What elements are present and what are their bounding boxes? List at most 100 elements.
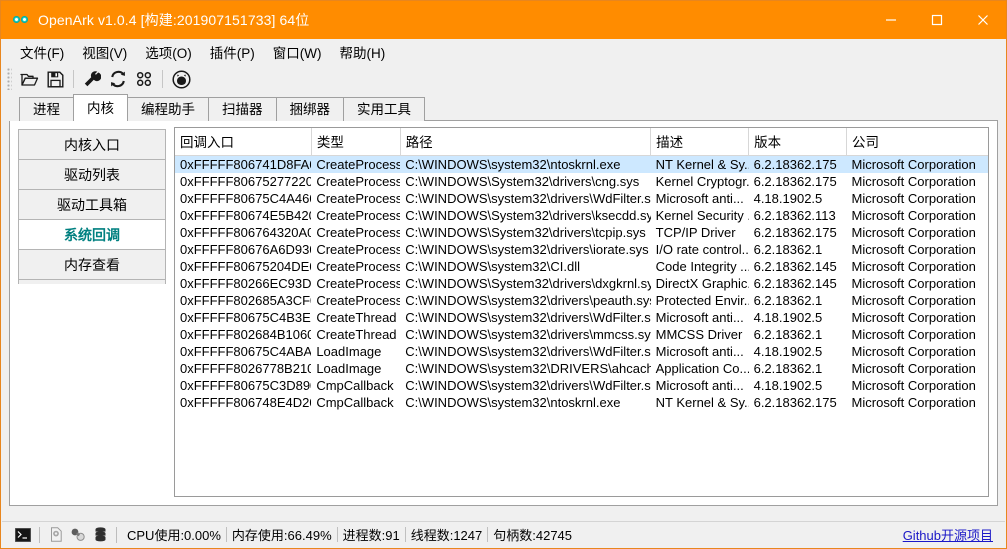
menu-item-help[interactable]: 帮助(H)	[330, 39, 394, 65]
table-row[interactable]: 0xFFFFF80675277220CreateProcessC:\WINDOW…	[175, 173, 988, 190]
cell-address: 0xFFFFF80675C4B3E0	[175, 309, 311, 326]
cell-path: C:\WINDOWS\System32\drivers\cng.sys	[400, 173, 650, 190]
cell-address: 0xFFFFF80676A6D930	[175, 241, 311, 258]
cell-path: C:\WINDOWS\System32\drivers\tcpip.sys	[400, 224, 650, 241]
cell-description: TCP/IP Driver	[651, 224, 749, 241]
cell-company: Microsoft Corporation	[847, 173, 988, 190]
menu-item-view[interactable]: 视图(V)	[73, 39, 136, 65]
cell-version: 6.2.18362.175	[749, 394, 847, 411]
database-stack-icon[interactable]	[89, 525, 111, 545]
gear-document-icon[interactable]	[45, 525, 67, 545]
column-header-company[interactable]: 公司	[847, 128, 988, 156]
minimize-button[interactable]	[868, 1, 914, 39]
toolbar-grip[interactable]	[7, 68, 12, 90]
tab-bundler[interactable]: 捆绑器	[276, 97, 345, 121]
column-header-description[interactable]: 描述	[651, 128, 749, 156]
openark-window: OpenArk v1.0.4 [构建:201907151733] 64位 文件(…	[0, 0, 1007, 549]
cell-description: Microsoft anti...	[651, 343, 749, 360]
tab-utilities[interactable]: 实用工具	[343, 97, 425, 121]
github-project-link[interactable]: Github开源项目	[903, 525, 993, 544]
cell-type: CreateProcess	[311, 292, 400, 309]
table-row[interactable]: 0xFFFFF80676A6D930CreateProcessC:\WINDOW…	[175, 241, 988, 258]
statusbar-separator-1	[39, 527, 40, 543]
cell-version: 6.2.18362.175	[749, 173, 847, 190]
cell-description: Microsoft anti...	[651, 190, 749, 207]
cell-description: NT Kernel & Sy...	[651, 394, 749, 411]
table-row[interactable]: 0xFFFFF806748E4D20CmpCallbackC:\WINDOWS\…	[175, 394, 988, 411]
table-row[interactable]: 0xFFFFF80674E5B420CreateProcessC:\WINDOW…	[175, 207, 988, 224]
menu-item-file[interactable]: 文件(F)	[11, 39, 73, 65]
cell-company: Microsoft Corporation	[847, 377, 988, 394]
cell-description: Microsoft anti...	[651, 377, 749, 394]
cell-version: 6.2.18362.1	[749, 241, 847, 258]
column-header-version[interactable]: 版本	[749, 128, 847, 156]
cell-path: C:\WINDOWS\System32\drivers\dxgkrnl.sys	[400, 275, 650, 292]
cell-address: 0xFFFFF80675C4A460	[175, 190, 311, 207]
close-button[interactable]	[960, 1, 1006, 39]
cell-description: NT Kernel & Sy...	[651, 156, 749, 174]
cell-version: 6.2.18362.113	[749, 207, 847, 224]
table-row[interactable]: 0xFFFFF806741D8FA0CreateProcessC:\WINDOW…	[175, 156, 988, 174]
sidebar-item-driver-list[interactable]: 驱动列表	[19, 160, 165, 190]
table-row[interactable]: 0xFFFFF8026778B210LoadImageC:\WINDOWS\sy…	[175, 360, 988, 377]
status-cpu: CPU使用:0.00%	[122, 525, 226, 544]
table-row[interactable]: 0xFFFFF80675204DE0CreateProcessC:\WINDOW…	[175, 258, 988, 275]
cell-address: 0xFFFFF80675204DE0	[175, 258, 311, 275]
callbacks-list-view[interactable]: 回调入口 类型 路径 描述 版本 公司 0xFFFFF806741D8FA0Cr…	[174, 127, 989, 497]
menu-item-window[interactable]: 窗口(W)	[264, 39, 331, 65]
cell-company: Microsoft Corporation	[847, 292, 988, 309]
cell-address: 0xFFFFF80675C3D890	[175, 377, 311, 394]
cell-version: 4.18.1902.5	[749, 377, 847, 394]
column-header-path[interactable]: 路径	[400, 128, 650, 156]
table-row[interactable]: 0xFFFFF802685A3CF0CreateProcessC:\WINDOW…	[175, 292, 988, 309]
save-disk-icon[interactable]	[42, 67, 68, 91]
table-row[interactable]: 0xFFFFF80675C4B3E0CreateThreadC:\WINDOWS…	[175, 309, 988, 326]
sidebar-item-driver-toolbox[interactable]: 驱动工具箱	[19, 190, 165, 220]
tab-scanner[interactable]: 扫描器	[208, 97, 277, 121]
cell-description: DirectX Graphic...	[651, 275, 749, 292]
cell-address: 0xFFFFF8026778B210	[175, 360, 311, 377]
toolbar-separator-1	[73, 70, 74, 88]
cell-company: Microsoft Corporation	[847, 360, 988, 377]
github-circle-icon[interactable]	[168, 67, 194, 91]
status-threads: 线程数:1247	[406, 525, 488, 544]
cell-type: CreateProcess	[311, 190, 400, 207]
cell-description: MMCSS Driver	[651, 326, 749, 343]
tab-process[interactable]: 进程	[19, 97, 74, 121]
cell-address: 0xFFFFF802684B1060	[175, 326, 311, 343]
tab-coding-helper[interactable]: 编程助手	[127, 97, 209, 121]
tab-kernel[interactable]: 内核	[73, 94, 128, 121]
console-icon[interactable]	[12, 525, 34, 545]
sidebar-item-system-callback[interactable]: 系统回调	[19, 220, 165, 250]
column-header-type[interactable]: 类型	[311, 128, 400, 156]
status-processes: 进程数:91	[338, 525, 405, 544]
menu-item-plugins[interactable]: 插件(P)	[201, 39, 264, 65]
sidebar-item-memory-view[interactable]: 内存查看	[19, 250, 165, 280]
toolbar-separator-2	[162, 70, 163, 88]
table-row[interactable]: 0xFFFFF806764320A0CreateProcessC:\WINDOW…	[175, 224, 988, 241]
cell-path: C:\WINDOWS\system32\drivers\peauth.sys	[400, 292, 650, 309]
cell-type: CmpCallback	[311, 394, 400, 411]
column-header-address[interactable]: 回调入口	[175, 128, 311, 156]
wrench-icon[interactable]	[79, 67, 105, 91]
title-bar: OpenArk v1.0.4 [构建:201907151733] 64位	[1, 1, 1006, 39]
plugin-connect-icon[interactable]	[67, 525, 89, 545]
table-row[interactable]: 0xFFFFF80675C4ABA0LoadImageC:\WINDOWS\sy…	[175, 343, 988, 360]
cell-type: CreateProcess	[311, 173, 400, 190]
open-folder-icon[interactable]	[16, 67, 42, 91]
table-row[interactable]: 0xFFFFF80675C4A460CreateProcessC:\WINDOW…	[175, 190, 988, 207]
maximize-button[interactable]	[914, 1, 960, 39]
refresh-icon[interactable]	[105, 67, 131, 91]
cell-path: C:\WINDOWS\System32\drivers\ksecdd.sys	[400, 207, 650, 224]
cell-path: C:\WINDOWS\system32\drivers\mmcss.sys	[400, 326, 650, 343]
menu-item-options[interactable]: 选项(O)	[136, 39, 201, 65]
cell-address: 0xFFFFF80675C4ABA0	[175, 343, 311, 360]
cell-version: 6.2.18362.175	[749, 156, 847, 174]
table-header-row: 回调入口 类型 路径 描述 版本 公司	[175, 128, 988, 156]
grid-dots-icon[interactable]	[131, 67, 157, 91]
table-row[interactable]: 0xFFFFF802684B1060CreateThreadC:\WINDOWS…	[175, 326, 988, 343]
cell-company: Microsoft Corporation	[847, 258, 988, 275]
table-row[interactable]: 0xFFFFF80675C3D890CmpCallbackC:\WINDOWS\…	[175, 377, 988, 394]
sidebar-item-kernel-entry[interactable]: 内核入口	[19, 130, 165, 160]
table-row[interactable]: 0xFFFFF80266EC93D0CreateProcessC:\WINDOW…	[175, 275, 988, 292]
